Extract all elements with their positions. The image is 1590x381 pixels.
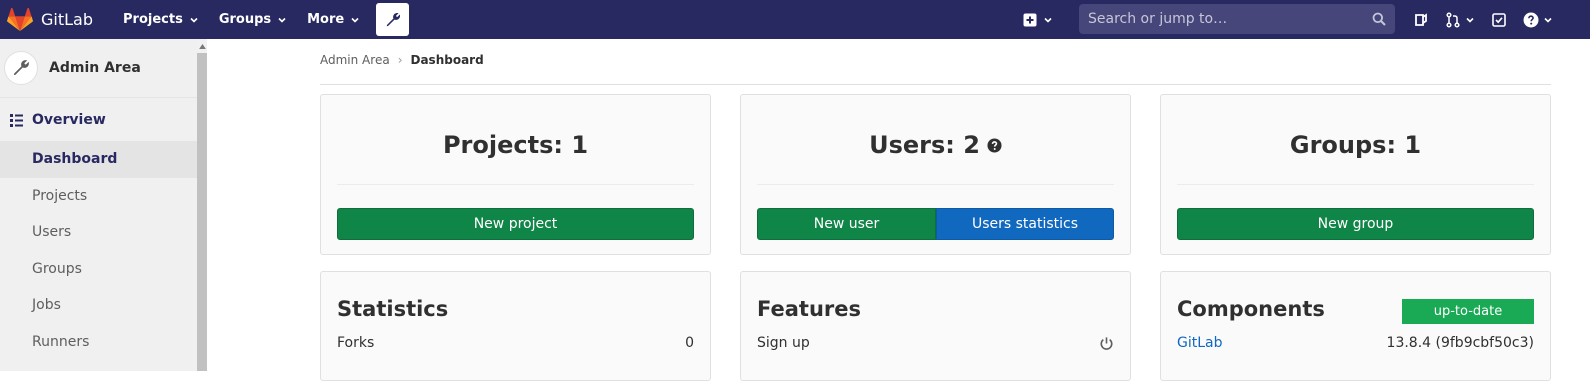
issues-icon: [1415, 12, 1427, 26]
question-circle-icon[interactable]: [987, 137, 1002, 153]
nav-user-icons: [1405, 0, 1561, 39]
sidebar-title: Admin Area: [49, 60, 141, 76]
admin-area-button[interactable]: [376, 3, 410, 36]
nav-more-dropdown[interactable]: More: [297, 0, 370, 39]
chevron-down-icon: [190, 17, 198, 23]
card-divider: [1177, 184, 1534, 185]
sidebar-item-users[interactable]: Users: [0, 214, 197, 251]
breadcrumb-admin-area[interactable]: Admin Area: [320, 53, 390, 67]
gitlab-version: 13.8.4 (9fb9cbf50c3): [1386, 335, 1534, 351]
statistics-card: Statistics Forks 0: [320, 271, 711, 381]
forks-label: Forks: [337, 335, 375, 351]
nav-right-actions: [1018, 0, 1058, 39]
top-navbar: GitLab Projects Groups More Search or ju…: [0, 0, 1590, 39]
gitlab-logo[interactable]: GitLab: [7, 0, 93, 39]
breadcrumb-separator-icon: ›: [397, 53, 403, 67]
sidebar-item-jobs[interactable]: Jobs: [0, 287, 197, 324]
chevron-down-icon: [278, 17, 286, 23]
nav-groups-label: Groups: [218, 12, 272, 27]
projects-count: Projects: 1: [321, 131, 710, 159]
sidebar-item-groups[interactable]: Groups: [0, 251, 197, 288]
up-to-date-badge[interactable]: up-to-date: [1402, 299, 1534, 324]
merge-requests-dropdown[interactable]: [1437, 0, 1483, 39]
sidebar-item-runners[interactable]: Runners: [0, 324, 197, 361]
plus-square-icon: [1023, 13, 1037, 26]
projects-count-text: Projects: 1: [442, 131, 589, 159]
projects-card: Projects: 1 New project: [320, 94, 711, 255]
todos-link[interactable]: [1483, 0, 1515, 39]
help-icon: [1523, 12, 1539, 27]
power-icon: [1100, 336, 1113, 350]
scroll-up-arrow[interactable]: [197, 39, 207, 53]
nav-more-label: More: [307, 12, 345, 27]
card-divider: [337, 184, 694, 185]
groups-count: Groups: 1: [1161, 131, 1550, 159]
features-title: Features: [757, 297, 861, 321]
chevron-down-icon: [1466, 17, 1474, 23]
new-group-button[interactable]: New group: [1177, 208, 1534, 240]
statistics-row-forks: Forks 0: [337, 335, 694, 351]
new-project-button[interactable]: New project: [337, 208, 694, 240]
search-placeholder: Search or jump to…: [1088, 11, 1228, 27]
sidebar-header[interactable]: Admin Area: [0, 39, 197, 98]
breadcrumb: Admin Area › Dashboard: [320, 53, 484, 67]
card-divider: [757, 184, 1114, 185]
forks-value: 0: [685, 335, 694, 351]
issues-link[interactable]: [1405, 0, 1437, 39]
sidebar-overview-label: Overview: [32, 112, 106, 128]
breadcrumb-dashboard[interactable]: Dashboard: [411, 53, 484, 67]
chevron-down-icon: [1544, 17, 1552, 23]
nav-projects-dropdown[interactable]: Projects: [113, 0, 209, 39]
signup-label: Sign up: [757, 335, 810, 351]
search-icon: [1372, 12, 1386, 26]
groups-card: Groups: 1 New group: [1160, 94, 1551, 255]
components-title: Components: [1177, 297, 1325, 321]
merge-request-icon: [1446, 11, 1460, 28]
statistics-title: Statistics: [337, 297, 449, 321]
components-row-gitlab: GitLab 13.8.4 (9fb9cbf50c3): [1177, 335, 1534, 351]
new-item-dropdown[interactable]: [1018, 0, 1058, 39]
features-card: Features Sign up: [740, 271, 1131, 381]
components-card: Components up-to-date GitLab 13.8.4 (9fb…: [1160, 271, 1551, 381]
admin-avatar: [4, 51, 38, 85]
users-count: Users: 2: [741, 131, 1130, 159]
new-user-button[interactable]: New user: [757, 208, 936, 240]
sidebar-item-dashboard[interactable]: Dashboard: [0, 141, 197, 178]
overview-icon: [10, 113, 23, 127]
gitlab-tanuki-icon: [7, 7, 33, 31]
users-card: Users: 2 New user Users statistics: [740, 94, 1131, 255]
sidebar-scrollbar[interactable]: [197, 39, 207, 371]
wrench-icon: [386, 12, 400, 26]
users-count-text: Users: 2: [869, 131, 980, 159]
sidebar-item-projects[interactable]: Projects: [0, 178, 197, 215]
nav-groups-dropdown[interactable]: Groups: [209, 0, 297, 39]
chevron-down-icon: [351, 17, 359, 23]
admin-sidebar: Admin Area Overview Dashboard Projects U…: [0, 39, 197, 371]
triangle-up-icon: [198, 43, 206, 49]
sidebar-item-overview[interactable]: Overview: [0, 99, 197, 141]
features-row-signup: Sign up: [757, 335, 1114, 351]
chevron-down-icon: [1044, 17, 1052, 23]
todo-checkbox-icon: [1492, 12, 1506, 27]
brand-name: GitLab: [41, 10, 93, 29]
groups-count-text: Groups: 1: [1289, 131, 1422, 159]
wrench-icon: [13, 60, 29, 76]
scrollbar-thumb[interactable]: [197, 53, 207, 371]
gitlab-component-link[interactable]: GitLab: [1177, 335, 1223, 351]
users-statistics-button[interactable]: Users statistics: [936, 208, 1114, 240]
search-input[interactable]: Search or jump to…: [1079, 4, 1395, 34]
breadcrumb-divider: [320, 84, 1551, 85]
help-dropdown[interactable]: [1515, 0, 1561, 39]
nav-projects-label: Projects: [123, 12, 183, 27]
